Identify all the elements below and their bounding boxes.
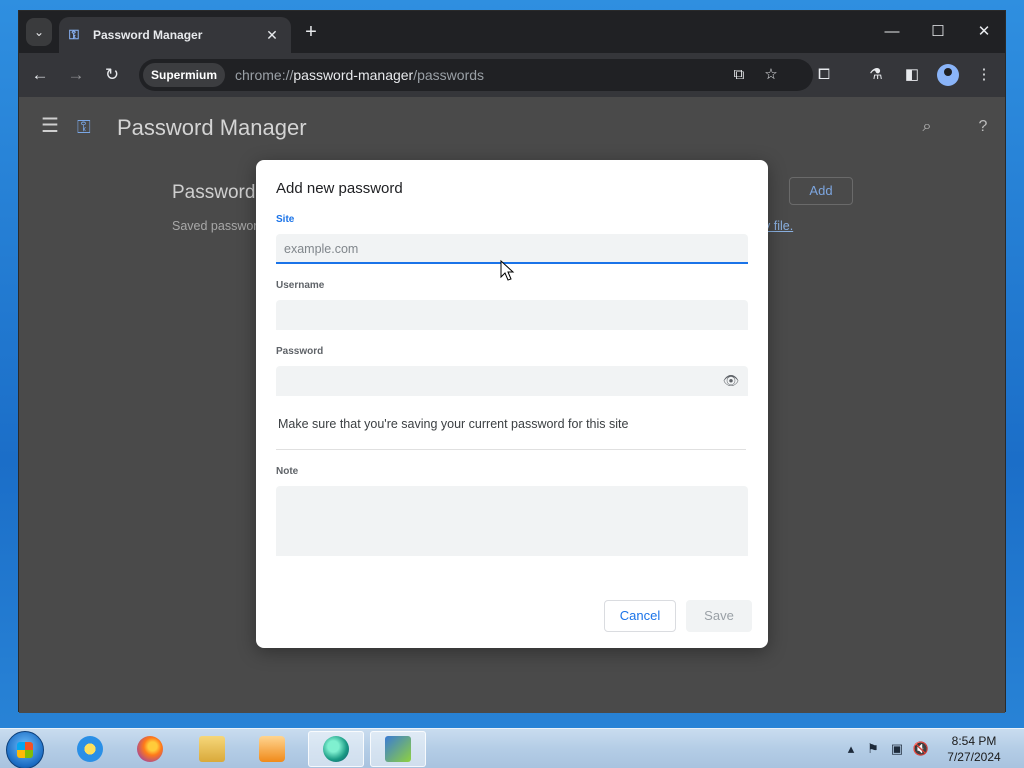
reload-icon[interactable]: ↻ — [99, 62, 125, 88]
ie-icon[interactable] — [62, 731, 118, 767]
profile-chip[interactable]: Supermium — [143, 63, 226, 87]
passwords-heading: Passwords — [172, 182, 265, 203]
divider — [276, 449, 746, 450]
url-text: chrome://password-manager/passwords — [235, 67, 484, 83]
mouse-cursor-icon — [500, 259, 515, 281]
tab-title: Password Manager — [93, 28, 203, 42]
menu-icon[interactable]: ⋮ — [971, 62, 997, 88]
media-player-icon[interactable] — [244, 731, 300, 767]
cancel-button[interactable]: Cancel — [604, 600, 676, 632]
volume-muted-icon[interactable]: 🔇 — [912, 737, 930, 761]
save-button[interactable]: Save — [686, 600, 752, 632]
app-taskbar-icon[interactable] — [370, 731, 426, 767]
star-icon[interactable]: ☆ — [759, 63, 783, 87]
url-scheme: chrome:// — [235, 67, 294, 83]
url-path: /passwords — [413, 67, 485, 83]
username-input[interactable] — [276, 300, 748, 330]
profile-icon[interactable] — [937, 64, 959, 86]
start-button[interactable] — [6, 731, 44, 768]
maximize-button[interactable]: ☐ — [915, 19, 961, 45]
tab-strip: ⌄ ⚿ Password Manager ✕ + — ☐ ✕ — [19, 11, 1005, 53]
add-password-dialog: Add new password Site example.com Userna… — [256, 160, 768, 648]
tab-password-manager[interactable]: ⚿ Password Manager ✕ — [59, 17, 291, 53]
side-panel-icon[interactable]: ◧ — [899, 62, 925, 88]
password-input[interactable]: 👁 — [276, 366, 748, 396]
minimize-button[interactable]: — — [869, 19, 915, 45]
tray-overflow-icon[interactable]: ▴ — [842, 737, 860, 761]
back-icon[interactable]: ← — [27, 62, 53, 88]
url-host: password-manager — [293, 67, 414, 83]
network-icon[interactable]: ▣ — [888, 737, 906, 761]
page-title: Password Manager — [117, 115, 307, 140]
site-placeholder: example.com — [284, 242, 359, 256]
page-header: ☰ ⚿ Password Manager ⌕ ? — [19, 97, 1005, 157]
close-window-button[interactable]: ✕ — [961, 19, 1007, 45]
new-tab-button[interactable]: + — [299, 21, 323, 45]
note-label: Note — [276, 466, 299, 477]
hamburger-icon[interactable]: ☰ — [41, 115, 63, 137]
clock-date: 7/27/2024 — [947, 750, 1001, 764]
tab-search-icon[interactable]: ⌄ — [26, 18, 52, 46]
site-label: Site — [276, 214, 295, 225]
help-icon[interactable]: ? — [971, 115, 995, 139]
password-hint: Make sure that you're saving your curren… — [278, 417, 629, 431]
note-textarea[interactable] — [276, 486, 748, 556]
clock-time: 8:54 PM — [951, 734, 997, 748]
explorer-icon[interactable] — [184, 731, 240, 767]
forward-icon[interactable]: → — [63, 62, 89, 88]
search-icon[interactable]: ⌕ — [915, 115, 939, 139]
eye-icon[interactable]: 👁 — [722, 372, 740, 390]
tab-close-icon[interactable]: ✕ — [263, 27, 281, 44]
key-icon: ⚿ — [69, 27, 79, 42]
browser-taskbar-icon[interactable] — [308, 731, 364, 767]
browser-toolbar: ← → ↻ Supermium chrome://password-manage… — [19, 53, 1005, 97]
import-link[interactable]: y file. — [764, 219, 793, 233]
username-label: Username — [276, 280, 325, 291]
extensions-icon[interactable]: ⧠ — [811, 62, 837, 88]
firefox-icon[interactable] — [122, 731, 178, 767]
add-button[interactable]: Add — [789, 177, 853, 205]
flag-icon[interactable]: ⚑ — [864, 737, 882, 761]
key-icon: ⚿ — [77, 117, 91, 137]
taskbar: ▴ ⚑ ▣ 🔇 8:54 PM 7/27/2024 — [0, 728, 1024, 768]
dialog-title: Add new password — [276, 180, 403, 197]
password-label: Password — [276, 346, 324, 357]
clock[interactable]: 8:54 PM 7/27/2024 — [938, 733, 1010, 765]
labs-icon[interactable]: ⚗ — [863, 62, 889, 88]
install-icon[interactable]: ⧉ — [727, 63, 751, 87]
address-bar[interactable]: Supermium chrome://password-manager/pass… — [139, 59, 813, 91]
